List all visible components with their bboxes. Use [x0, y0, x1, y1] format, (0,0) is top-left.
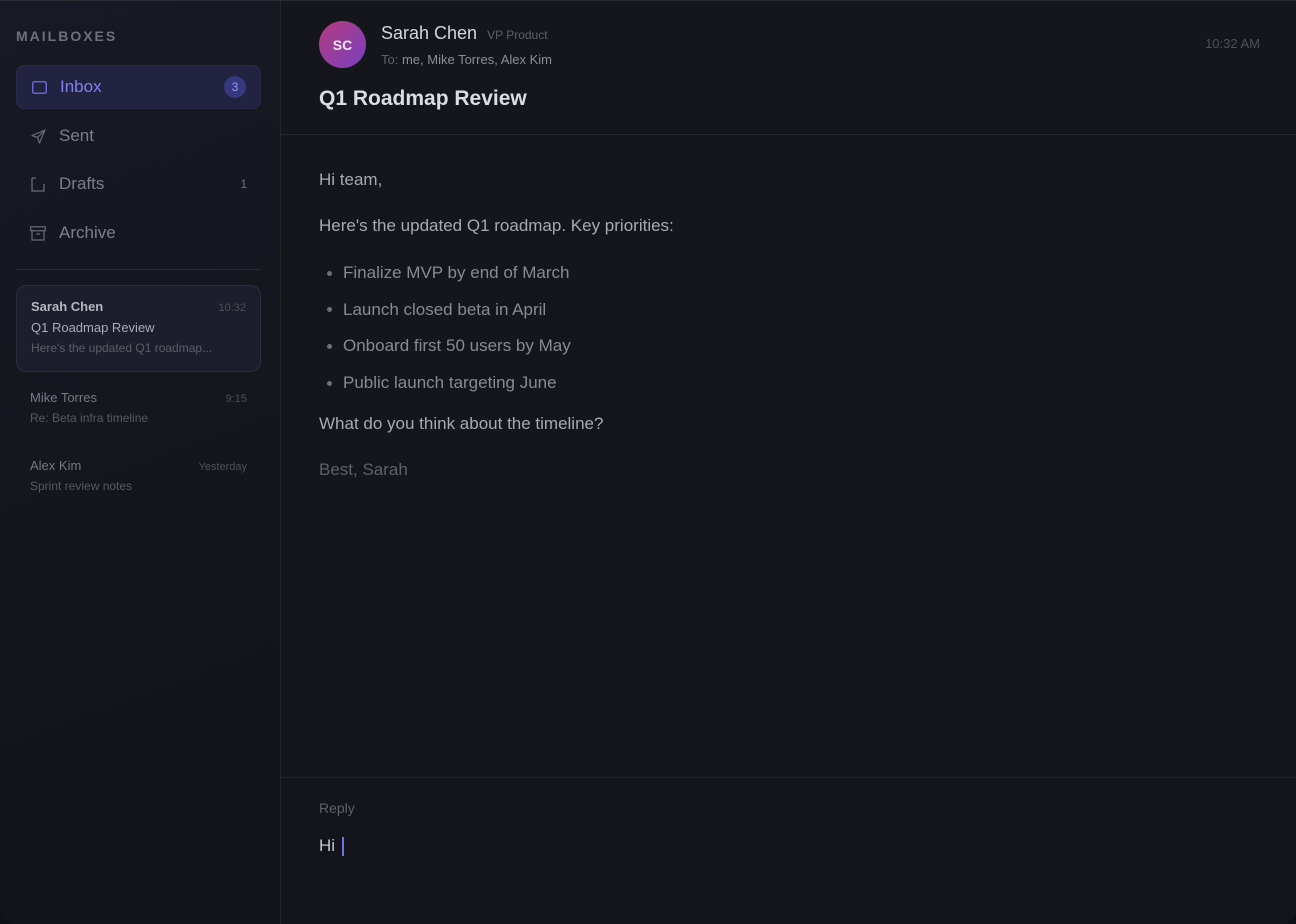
reply-input[interactable]: Hi: [319, 836, 345, 856]
message-time: 10:32: [218, 302, 246, 314]
mailbox-label: Inbox: [60, 77, 102, 96]
bullet-icon: [327, 270, 332, 276]
inbox-icon: [31, 79, 47, 95]
message-subject: Re: Beta infra timeline: [30, 411, 149, 425]
mailbox-sent[interactable]: Sent: [16, 114, 261, 158]
reply-input-value: Hi: [319, 836, 336, 855]
mailboxes-heading: MAILBOXES: [16, 28, 118, 44]
unread-badge: 3: [224, 76, 246, 98]
message-list-item[interactable]: Sarah Chen 10:32 Q1 Roadmap Review Here'…: [16, 285, 261, 372]
bullet-icon: [327, 307, 332, 313]
mail-window: MAILBOXES Inbox 3 Sent Drafts 1 Archive …: [0, 0, 1296, 924]
body-intro: Here's the updated Q1 roadmap. Key prior…: [319, 216, 674, 235]
recipients-line: To: me, Mike Torres, Alex Kim: [381, 52, 552, 67]
bullet-icon: [327, 343, 332, 349]
reply-label: Reply: [319, 800, 355, 816]
reading-pane: SC Sarah Chen VP Product To: me, Mike To…: [281, 1, 1296, 924]
sidebar: MAILBOXES Inbox 3 Sent Drafts 1 Archive …: [0, 1, 281, 924]
message-subject: Sprint review notes: [30, 479, 133, 493]
sidebar-divider: [16, 269, 261, 270]
mailbox-label: Drafts: [59, 174, 105, 193]
to-label: To:: [381, 52, 399, 67]
message-sender: Alex Kim: [30, 458, 82, 473]
avatar: SC: [319, 21, 366, 68]
body-question: What do you think about the timeline?: [319, 414, 604, 433]
message-time: Yesterday: [198, 461, 247, 473]
send-icon: [30, 128, 46, 144]
mailbox-label: Sent: [59, 126, 94, 145]
list-item: Public launch targeting June: [327, 365, 571, 402]
sender-role: VP Product: [487, 28, 548, 42]
list-item-text: Public launch targeting June: [343, 373, 557, 393]
drafts-count: 1: [240, 177, 247, 191]
bullet-icon: [327, 380, 332, 386]
drafts-icon: [30, 176, 46, 192]
list-item-text: Launch closed beta in April: [343, 299, 547, 319]
message-time: 9:15: [225, 393, 247, 405]
message-subject: Q1 Roadmap Review: [31, 320, 155, 335]
archive-icon: [30, 225, 46, 241]
list-item-text: Finalize MVP by end of March: [343, 263, 570, 283]
message-sender: Mike Torres: [30, 390, 97, 405]
mailbox-archive[interactable]: Archive: [16, 211, 261, 255]
message-list-item[interactable]: Alex Kim Yesterday Sprint review notes: [16, 445, 261, 506]
sender-name[interactable]: Sarah Chen: [381, 23, 477, 44]
email-header: SC Sarah Chen VP Product To: me, Mike To…: [281, 1, 1296, 135]
message-list-item[interactable]: Mike Torres 9:15 Re: Beta infra timeline: [16, 377, 261, 438]
body-signoff: Best, Sarah: [319, 460, 408, 479]
mailbox-drafts[interactable]: Drafts 1: [16, 162, 261, 206]
message-sender: Sarah Chen: [31, 299, 104, 314]
reply-composer[interactable]: Reply Hi: [281, 777, 1296, 924]
list-item-text: Onboard first 50 users by May: [343, 336, 571, 356]
email-time: 10:32 AM: [1205, 36, 1260, 51]
sender-line: Sarah Chen VP Product: [381, 23, 548, 44]
list-item: Launch closed beta in April: [327, 292, 571, 329]
priority-list: Finalize MVP by end of March Launch clos…: [327, 255, 571, 401]
body-greeting: Hi team,: [319, 170, 383, 189]
text-caret: [342, 836, 345, 856]
mailbox-label: Archive: [59, 223, 116, 242]
list-item: Onboard first 50 users by May: [327, 328, 571, 365]
message-preview: Here's the updated Q1 roadmap...: [31, 341, 213, 355]
recipients: me, Mike Torres, Alex Kim: [401, 52, 552, 67]
mailbox-inbox[interactable]: Inbox 3: [16, 65, 261, 109]
list-item: Finalize MVP by end of March: [327, 255, 571, 292]
email-subject: Q1 Roadmap Review: [319, 87, 527, 110]
